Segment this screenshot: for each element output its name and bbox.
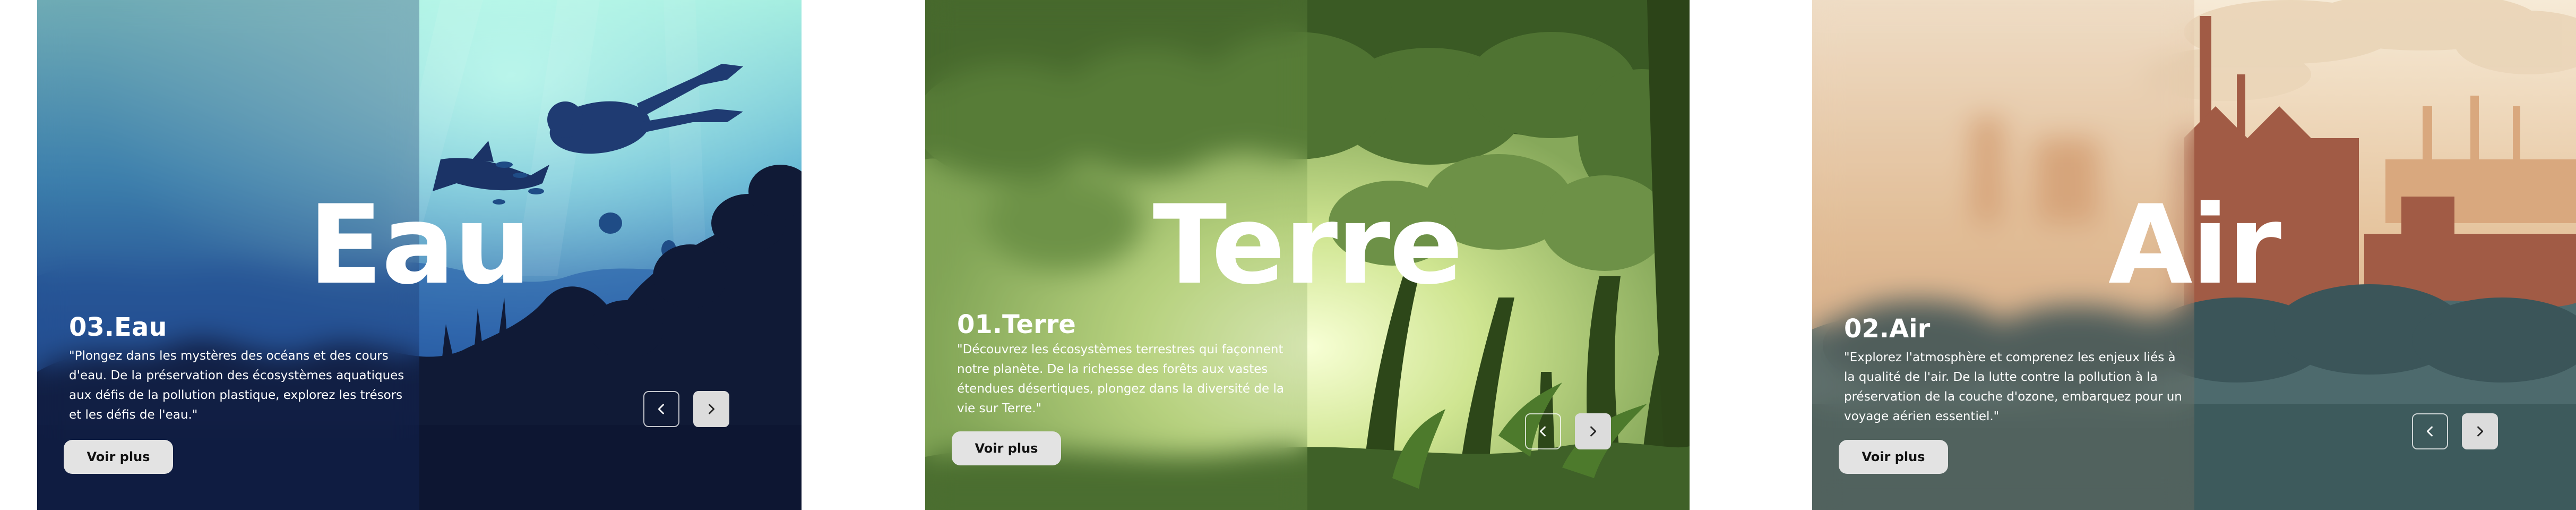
card-description: "Explorez l'atmosphère et comprenez les … (1844, 351, 2182, 423)
card-air: Air 02.Air "Explorez l'atmosphère et com… (1812, 0, 2576, 510)
chevron-right-icon (2477, 426, 2484, 437)
chevron-right-icon (709, 404, 715, 414)
hero-word: Terre (1152, 182, 1463, 309)
chevron-right-icon (1590, 426, 1597, 437)
card-description: "Découvrez les écosystèmes terrestres qu… (957, 343, 1284, 415)
voir-plus-button[interactable]: Voir plus (64, 440, 173, 474)
chevron-left-icon (658, 404, 664, 414)
card-title: 02.Air (1844, 314, 1931, 344)
voir-plus-button[interactable]: Voir plus (1839, 440, 1948, 474)
chevron-left-icon (2426, 426, 2433, 437)
card-water: Eau 03.Eau "Plongez dans les mystères de… (37, 0, 802, 510)
hero-word: Eau (308, 182, 531, 309)
prev-button[interactable] (2412, 413, 2448, 449)
voir-plus-button[interactable]: Voir plus (952, 431, 1061, 465)
card-description: "Plongez dans les mystères des océans et… (69, 349, 404, 422)
next-button[interactable] (2462, 413, 2498, 449)
card-title: 01.Terre (957, 310, 1076, 339)
chevron-left-icon (1539, 426, 1546, 437)
card-title: 03.Eau (69, 312, 167, 342)
next-button[interactable] (693, 391, 729, 427)
prev-button[interactable] (643, 391, 679, 427)
prev-button[interactable] (1525, 413, 1561, 449)
hero-word: Air (2108, 182, 2281, 309)
next-button[interactable] (1575, 413, 1611, 449)
card-earth: Terre 01.Terre "Découvrez les écosystème… (925, 0, 1690, 510)
